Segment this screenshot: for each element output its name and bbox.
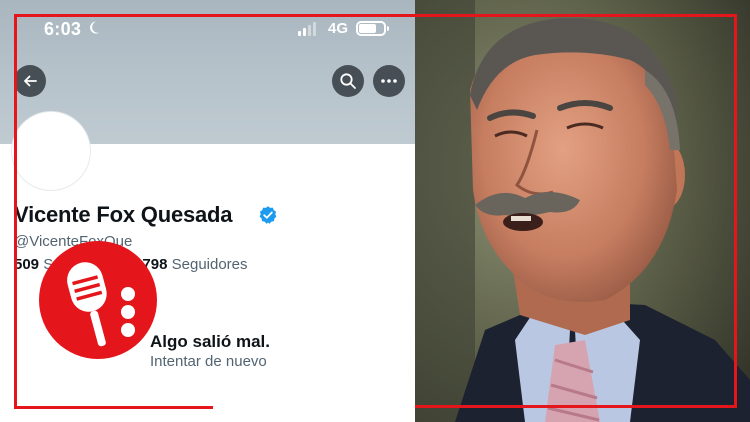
back-button[interactable] (14, 65, 46, 97)
display-name: Vicente Fox Quesada (14, 202, 233, 227)
avatar[interactable] (12, 112, 90, 190)
verified-badge-icon (259, 206, 277, 224)
more-horizontal-icon (381, 79, 397, 83)
podcast-microphone-logo (39, 241, 157, 359)
red-frame-right (734, 14, 737, 408)
retry-link[interactable]: Intentar de nuevo (150, 353, 267, 370)
red-frame-bottom-right (415, 405, 737, 408)
status-bar: 6:03 4G (0, 0, 415, 56)
network-type: 4G (328, 20, 349, 37)
red-frame-left (14, 14, 17, 409)
search-icon (340, 73, 356, 89)
red-frame-bottom-left (14, 406, 213, 409)
signal-icon (298, 22, 320, 36)
status-time: 6:03 (44, 19, 82, 39)
error-title: Algo salió mal. (150, 332, 270, 351)
more-options-button[interactable] (373, 65, 405, 97)
red-frame-top (14, 14, 737, 17)
followers-label: Seguidores (171, 256, 248, 273)
following-count[interactable]: 509 (14, 256, 39, 273)
arrow-left-icon (24, 75, 37, 87)
portrait-photo (415, 0, 750, 422)
portrait-image (415, 0, 750, 422)
battery-level (359, 24, 376, 33)
battery-icon (356, 21, 389, 36)
search-button[interactable] (332, 65, 364, 97)
moon-icon (90, 21, 100, 34)
